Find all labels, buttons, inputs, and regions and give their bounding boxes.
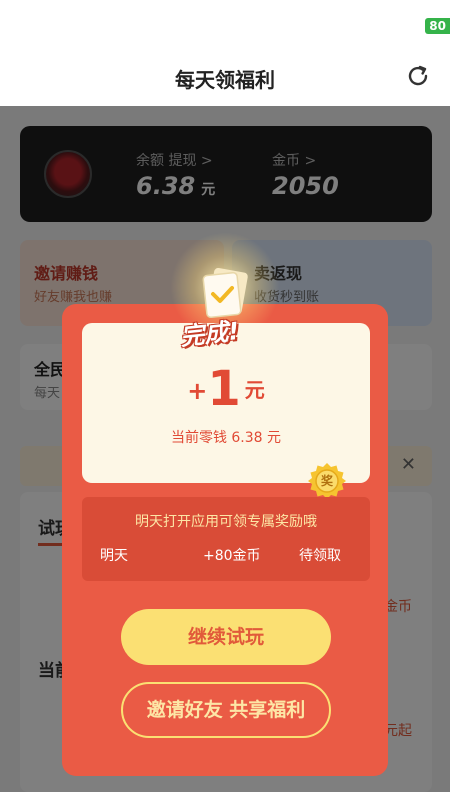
medal-icon: 奖 — [308, 462, 346, 500]
battery-indicator: 80 — [425, 18, 450, 34]
app-header: 每天领福利 — [0, 50, 450, 106]
refresh-icon[interactable] — [404, 62, 432, 90]
tomorrow-message: 明天打开应用可领专属奖励哦 — [135, 514, 317, 530]
tomorrow-reward-panel: 明天打开应用可领专属奖励哦 明天 +80金币 待领取 — [82, 497, 370, 581]
reward-amount: 1 — [207, 361, 241, 417]
reward-amount-line: +1 元 — [82, 361, 370, 417]
current-balance-text: 当前零钱 6.38 元 — [170, 430, 282, 446]
reward-unit: 元 — [244, 378, 265, 402]
tomorrow-day: 明天 — [100, 548, 128, 564]
status-bar: 80 — [0, 0, 450, 50]
continue-trial-button[interactable]: 继续试玩 — [121, 609, 331, 665]
reward-plus: + — [187, 377, 208, 405]
page-title: 每天领福利 — [175, 68, 275, 92]
tomorrow-coins: +80金币 — [203, 548, 261, 564]
invite-friends-button[interactable]: 邀请好友 共享福利 — [121, 682, 331, 738]
tomorrow-status: 待领取 — [299, 548, 341, 564]
completed-badge: 完成! — [178, 316, 241, 351]
medal-label: 奖 — [320, 474, 333, 488]
